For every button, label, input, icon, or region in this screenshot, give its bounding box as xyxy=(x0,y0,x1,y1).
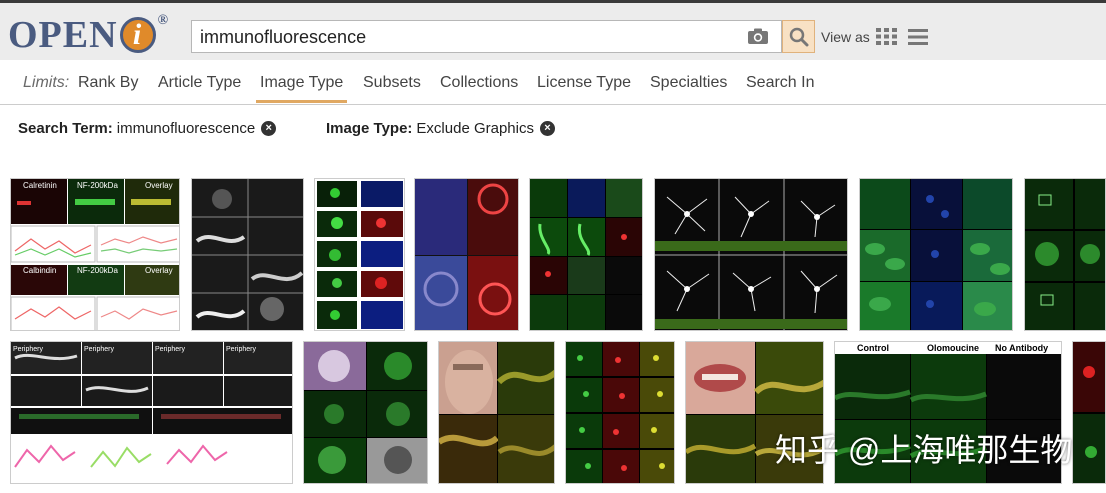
search-button[interactable] xyxy=(782,20,815,53)
thumb-histology-purple[interactable] xyxy=(303,341,428,484)
thumb-label-nf200-2: NF-200kDa xyxy=(77,266,118,275)
thumb-grayscale-graphic xyxy=(192,179,303,330)
thumb-red-partial-graphic xyxy=(1073,342,1105,483)
tab-collections[interactable]: Collections xyxy=(440,74,518,92)
tab-specialties[interactable]: Specialties xyxy=(650,74,727,92)
thumb-green-partial-graphic xyxy=(1025,179,1105,330)
thumb-label-periphery-3: Periphery xyxy=(155,346,185,353)
search-icon xyxy=(789,27,808,46)
thumb-blue-red-tissue[interactable] xyxy=(414,178,519,331)
tab-article-type[interactable]: Article Type xyxy=(158,74,241,92)
thumb-histology-graphic xyxy=(304,342,427,483)
thumb-label-no-antibody: No Antibody xyxy=(995,343,1048,353)
thumb-green-blue-graphic xyxy=(317,181,403,329)
thumb-label-periphery-1: Periphery xyxy=(13,346,43,353)
openi-logo[interactable]: OPEN i ® xyxy=(8,13,169,57)
thumb-grayscale-tissue[interactable] xyxy=(191,178,304,331)
remove-image-type-icon[interactable]: × xyxy=(539,121,555,136)
thumb-neuron-white[interactable] xyxy=(654,178,848,331)
watermark-text: 知乎 @上海唯那生物 xyxy=(775,432,1073,468)
filter-search-term: Search Term: immunofluorescence × xyxy=(18,120,277,137)
search-box xyxy=(191,20,782,53)
thumb-calretinin-panels[interactable]: Calretinin NF-200kDa Overlay Calbindin N… xyxy=(10,178,180,331)
limits-label: Limits: xyxy=(23,74,70,91)
active-tab-indicator xyxy=(256,100,347,103)
thumb-periphery-graphic: Periphery Periphery Periphery Periphery xyxy=(11,342,292,468)
thumb-calretinin-graphic: Calretinin NF-200kDa Overlay Calbindin N… xyxy=(11,179,179,330)
thumb-blue-red-graphic xyxy=(415,179,518,330)
thumb-label-olomoucine: Olomoucine xyxy=(927,343,979,353)
tab-rank-by[interactable]: Rank By xyxy=(78,74,138,92)
top-bar: OPEN i ® View as xyxy=(0,0,1106,60)
remove-search-term-icon[interactable]: × xyxy=(261,121,277,136)
filter-image-type-label: Image Type: xyxy=(326,120,413,137)
thumb-red-partial[interactable] xyxy=(1072,341,1106,484)
thumb-label-calbindin: Calbindin xyxy=(23,266,56,275)
thumb-green-cells-grid[interactable] xyxy=(859,178,1013,331)
tab-license-type[interactable]: License Type xyxy=(537,74,631,92)
thumb-green-cells-graphic xyxy=(860,179,1012,330)
logo-registered: ® xyxy=(157,13,170,28)
hamburger-menu-icon[interactable] xyxy=(908,29,928,45)
thumb-label-overlay-1: Overlay xyxy=(145,181,173,190)
tab-image-type[interactable]: Image Type xyxy=(260,74,343,92)
tab-subsets[interactable]: Subsets xyxy=(363,74,421,92)
thumb-neuron-graphic xyxy=(655,179,847,330)
thumb-red-green-yellow[interactable] xyxy=(565,341,675,484)
camera-icon[interactable] xyxy=(747,28,769,45)
thumb-green-red-graphic xyxy=(530,179,642,330)
thumb-face-graphic xyxy=(439,342,554,483)
thumb-face-lesion[interactable] xyxy=(438,341,555,484)
thumb-green-partial[interactable] xyxy=(1024,178,1106,331)
logo-i-icon: i xyxy=(119,17,156,53)
limits-tab-bar: Limits: Rank By Article Type Image Type … xyxy=(0,62,1106,105)
view-as-label: View as xyxy=(821,29,870,45)
thumb-label-overlay-2: Overlay xyxy=(145,266,173,275)
grid-view-icon[interactable] xyxy=(876,28,897,45)
filter-search-term-label: Search Term: xyxy=(18,120,113,137)
thumb-label-periphery-4: Periphery xyxy=(226,346,256,353)
filter-search-term-value: immunofluorescence xyxy=(116,120,256,137)
thumb-label-control: Control xyxy=(857,343,889,353)
active-filters: Search Term: immunofluorescence × Image … xyxy=(0,118,1106,140)
search-input[interactable] xyxy=(200,25,730,49)
thumb-green-red-grid[interactable] xyxy=(529,178,643,331)
logo-open-text: OPEN xyxy=(8,14,118,56)
thumb-label-nf200-1: NF-200kDa xyxy=(77,181,118,190)
tab-search-in[interactable]: Search In xyxy=(746,74,814,92)
thumb-green-blue-cells[interactable] xyxy=(314,178,405,331)
thumb-label-periphery-2: Periphery xyxy=(84,346,114,353)
thumb-rgy-graphic xyxy=(566,342,674,483)
filter-image-type-value: Exclude Graphics xyxy=(416,120,534,137)
thumb-periphery-plots[interactable]: Periphery Periphery Periphery Periphery xyxy=(10,341,293,484)
filter-image-type: Image Type: Exclude Graphics × xyxy=(326,120,555,137)
thumb-label-calretinin: Calretinin xyxy=(23,181,57,190)
